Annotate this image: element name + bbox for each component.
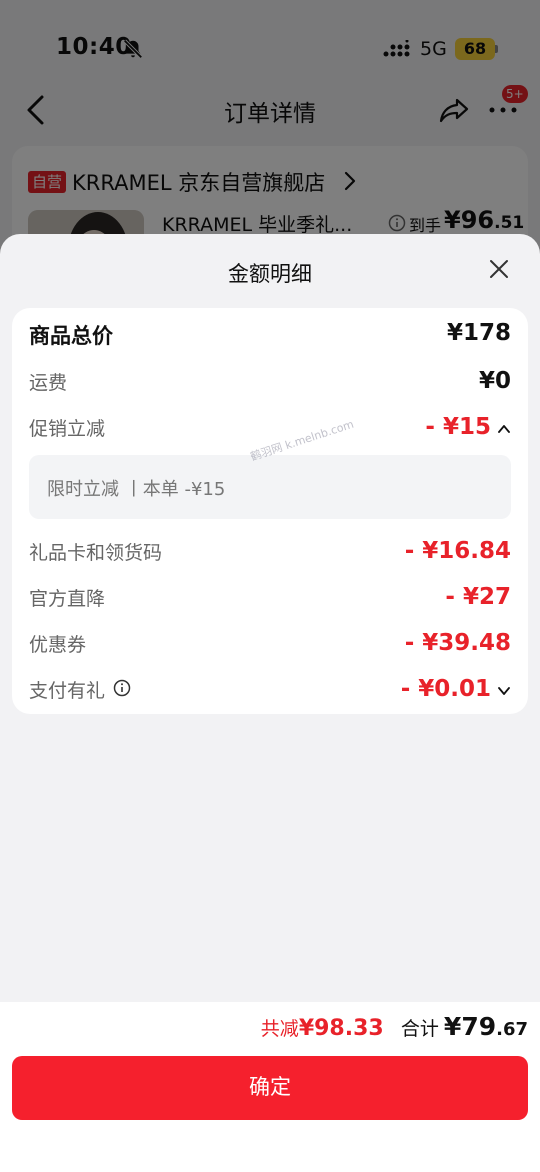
promo-detail-text: 限时立减 丨本单 -¥15 [47,479,226,500]
row-label: 官方直降 [29,588,106,610]
total-value: ¥79.67 [444,1012,528,1041]
promo-detail-box: 限时立减 丨本单 -¥15 [29,455,511,519]
total-main: ¥79 [443,1012,497,1041]
footer-bar: 共减¥98.33 合计 ¥79.67 确定 [0,1002,540,1172]
row-label: 运费 [29,372,68,394]
price-summary: 共减¥98.33 合计 ¥79.67 [261,1012,528,1044]
close-icon[interactable] [488,258,510,280]
row-total-price: 商品总价 ¥178 [29,320,511,354]
row-value: - ¥0.01 [400,676,491,702]
row-label: 支付有礼 [29,680,106,702]
row-value: - ¥27 [445,584,511,610]
saved-value: ¥98.33 [298,1016,384,1041]
confirm-button[interactable]: 确定 [12,1056,528,1120]
total-label: 合计 [400,1018,439,1040]
sheet-title: 金额明细 [228,262,312,286]
chevron-up-icon[interactable] [497,422,511,436]
row-label: 优惠券 [29,634,87,656]
row-gift-card: 礼品卡和领货码 - ¥16.84 [29,538,511,572]
row-coupon: 优惠券 - ¥39.48 [29,630,511,664]
row-payment-gift[interactable]: 支付有礼 - ¥0.01 [29,676,511,710]
saved-label: 共减 [260,1018,299,1040]
row-official-discount: 官方直降 - ¥27 [29,584,511,618]
row-value: ¥0 [478,368,511,394]
row-value: - ¥39.48 [404,630,511,656]
row-value: - ¥16.84 [404,538,511,564]
row-label: 促销立减 [29,418,106,440]
row-label: 礼品卡和领货码 [29,542,163,564]
amount-detail-card: 商品总价 ¥178 运费 ¥0 促销立减 - ¥15 限时立减 丨本单 -¥15… [12,308,528,714]
chevron-down-icon[interactable] [497,684,511,698]
sheet-header: 金额明细 [0,234,540,304]
row-value: - ¥15 [425,414,491,440]
row-value: ¥178 [446,320,511,346]
row-shipping: 运费 ¥0 [29,368,511,402]
row-label: 商品总价 [29,324,113,348]
info-icon[interactable] [113,679,131,697]
total-decimal: .67 [496,1019,528,1040]
